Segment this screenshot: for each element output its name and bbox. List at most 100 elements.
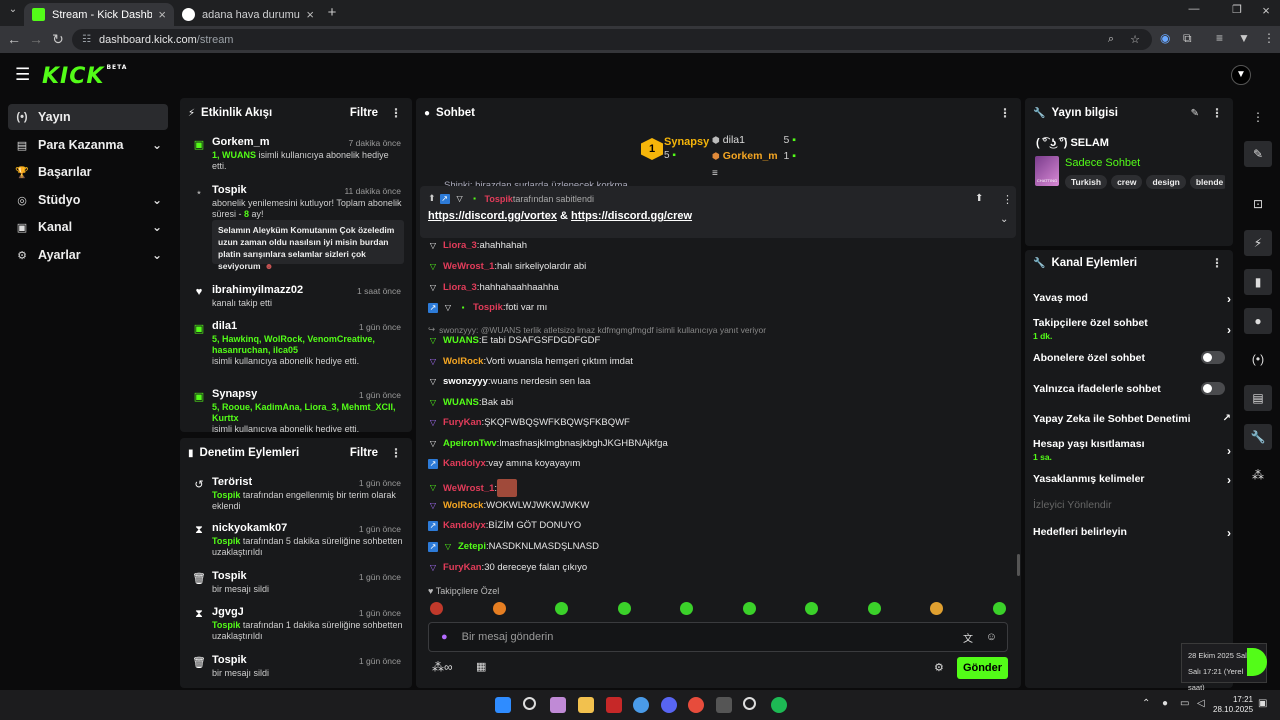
- emote-icon[interactable]: [617, 602, 631, 615]
- translate-icon[interactable]: 文: [963, 630, 973, 645]
- close-window-icon[interactable]: ×: [1257, 3, 1275, 18]
- nav-item[interactable]: (•) Yayın: [8, 104, 168, 130]
- chat-settings-icon[interactable]: ⚙: [934, 661, 944, 674]
- channel-action-item[interactable]: Yalnızca ifadelerle sohbet: [1033, 382, 1225, 395]
- channel-action-item[interactable]: Yasaklanmış kelimeler ›: [1033, 473, 1231, 487]
- chevron-down-icon[interactable]: ⌄: [152, 248, 162, 262]
- tray-volume-icon[interactable]: ◁: [1197, 698, 1205, 709]
- activity-more-icon[interactable]: ⋮: [390, 106, 402, 120]
- extensions-puzzle-icon[interactable]: ⧉: [1183, 31, 1192, 46]
- microphone-icon[interactable]: ●: [441, 631, 448, 643]
- expand-pinned-icon[interactable]: ⌄: [1000, 214, 1008, 225]
- chat-input[interactable]: ● Bir mesaj gönderin 文 ☺: [428, 622, 1008, 652]
- leaderboard-expand-icon[interactable]: ≡: [712, 168, 718, 179]
- channel-actions-more-icon[interactable]: ⋮: [1211, 256, 1223, 270]
- site-info-icon[interactable]: ☷: [82, 34, 91, 45]
- event-username[interactable]: nickyokamk07: [212, 522, 287, 534]
- stream-tag[interactable]: blende: [1189, 175, 1225, 189]
- chat-username[interactable]: Tospik: [473, 302, 503, 313]
- rail-chat-icon[interactable]: ●: [1244, 308, 1272, 334]
- event-username[interactable]: Gorkem_m: [212, 136, 269, 148]
- event-username[interactable]: dila1: [212, 320, 237, 332]
- user-avatar[interactable]: ▼: [1231, 65, 1251, 85]
- moderation-filter-button[interactable]: Filtre: [350, 447, 378, 459]
- nav-item[interactable]: ▣ Kanal ⌄: [8, 214, 168, 240]
- address-bar[interactable]: ☷ dashboard.kick.com/stream ⌕ ☆: [72, 29, 1152, 50]
- emote-icon[interactable]: [930, 602, 943, 615]
- emote-icon[interactable]: [492, 602, 506, 615]
- chat-username[interactable]: Liora_3: [443, 282, 477, 293]
- reload-icon[interactable]: ↻: [49, 31, 67, 48]
- stream-tag[interactable]: design: [1146, 175, 1186, 189]
- profile-icon[interactable]: ▼: [1238, 31, 1250, 45]
- nav-item[interactable]: ▤ Para Kazanma ⌄: [8, 132, 168, 158]
- rail-edit-icon[interactable]: ✎: [1244, 141, 1272, 167]
- emote-icon[interactable]: [742, 602, 756, 615]
- toggle-switch[interactable]: [1201, 351, 1225, 364]
- tab-google-search[interactable]: adana hava durumu - Google'da ×: [174, 3, 322, 26]
- notification-icon[interactable]: ▣: [1258, 698, 1267, 709]
- tab-kick-dashboard[interactable]: Stream - Kick Dashboard ×: [24, 3, 174, 26]
- rail-focus-icon[interactable]: ⊡: [1244, 191, 1272, 217]
- chat-username[interactable]: WolRock: [443, 500, 483, 511]
- stream-tag[interactable]: Turkish: [1065, 175, 1108, 189]
- taskbar-app-icon[interactable]: [550, 697, 566, 713]
- rail-wrench-icon[interactable]: 🔧: [1244, 424, 1272, 450]
- emote-icon[interactable]: [992, 602, 1006, 615]
- chat-username[interactable]: WeWrost_1: [443, 261, 494, 272]
- minimize-icon[interactable]: —: [1185, 3, 1203, 15]
- edit-pencil-icon[interactable]: ✎: [1191, 108, 1199, 119]
- taskbar-app-icon[interactable]: [743, 697, 756, 710]
- store-icon[interactable]: ▦: [476, 660, 486, 673]
- rail-layout-icon[interactable]: ▤: [1244, 385, 1272, 411]
- activity-filter-button[interactable]: Filtre: [350, 107, 378, 119]
- discord-link-vortex[interactable]: https://discord.gg/vortex: [428, 210, 557, 222]
- send-button[interactable]: Gönder: [957, 657, 1008, 679]
- taskbar-app-icon[interactable]: [633, 697, 649, 713]
- event-username[interactable]: JgvgJ: [212, 606, 244, 618]
- chat-username[interactable]: WeWrost_1: [443, 483, 494, 494]
- nav-item[interactable]: ⚙ Ayarlar ⌄: [8, 242, 168, 268]
- bookmark-star-icon[interactable]: ☆: [1130, 33, 1140, 46]
- emote-icon[interactable]: [805, 602, 818, 615]
- close-tab-icon[interactable]: ×: [306, 7, 314, 22]
- chrome-icon[interactable]: [688, 697, 704, 713]
- start-menu-icon[interactable]: [495, 697, 511, 713]
- tab-search-icon[interactable]: ⌄: [4, 4, 22, 15]
- chat-username[interactable]: Kandolyx: [443, 520, 486, 531]
- pinned-more-icon[interactable]: ⋮: [1002, 193, 1013, 206]
- nav-item[interactable]: ◎ Stüdyo ⌄: [8, 187, 168, 213]
- channel-action-item[interactable]: Abonelere özel sohbet: [1033, 351, 1225, 364]
- event-username[interactable]: Tospik: [212, 184, 247, 196]
- chevron-down-icon[interactable]: ⌄: [152, 220, 162, 234]
- chevron-down-icon[interactable]: ⌄: [152, 138, 162, 152]
- tray-mic-icon[interactable]: ●: [1162, 698, 1168, 709]
- chat-username[interactable]: FuryKan: [443, 417, 482, 428]
- rail-apps-icon[interactable]: ⁂: [1244, 462, 1272, 488]
- restore-icon[interactable]: ❐: [1228, 3, 1246, 16]
- event-username[interactable]: Tospik: [212, 654, 247, 666]
- event-username[interactable]: Tospik: [212, 570, 247, 582]
- chat-username[interactable]: WUANS: [443, 335, 479, 346]
- chat-scrollbar[interactable]: [1017, 554, 1020, 576]
- nav-item[interactable]: 🏆 Başarılar: [8, 159, 168, 185]
- chat-username[interactable]: Kandolyx: [443, 458, 486, 469]
- rail-more-icon[interactable]: ⋮: [1244, 104, 1272, 130]
- chat-username[interactable]: ApeironTwv: [443, 438, 497, 449]
- emoji-icon[interactable]: ☺: [986, 631, 997, 643]
- forward-icon[interactable]: →: [27, 31, 45, 47]
- chat-username[interactable]: Liora_3: [443, 240, 477, 251]
- channel-action-item[interactable]: Hesap yaşı kısıtlaması 1 sa. ›: [1033, 438, 1231, 462]
- file-explorer-icon[interactable]: [578, 697, 594, 713]
- taskbar-app-icon[interactable]: [716, 697, 732, 713]
- extension-icon[interactable]: ◉: [1160, 31, 1170, 45]
- stream-info-more-icon[interactable]: ⋮: [1211, 106, 1223, 120]
- new-tab-icon[interactable]: +: [323, 4, 341, 21]
- chat-username[interactable]: Zetepi: [458, 541, 486, 552]
- emote-icon[interactable]: [555, 602, 568, 615]
- chevron-down-icon[interactable]: ⌄: [152, 193, 162, 207]
- search-icon[interactable]: [523, 697, 536, 710]
- tray-network-icon[interactable]: ▭: [1180, 698, 1189, 709]
- toggle-switch[interactable]: [1201, 382, 1225, 395]
- tray-clock[interactable]: 17:21 28.10.2025: [1213, 695, 1253, 715]
